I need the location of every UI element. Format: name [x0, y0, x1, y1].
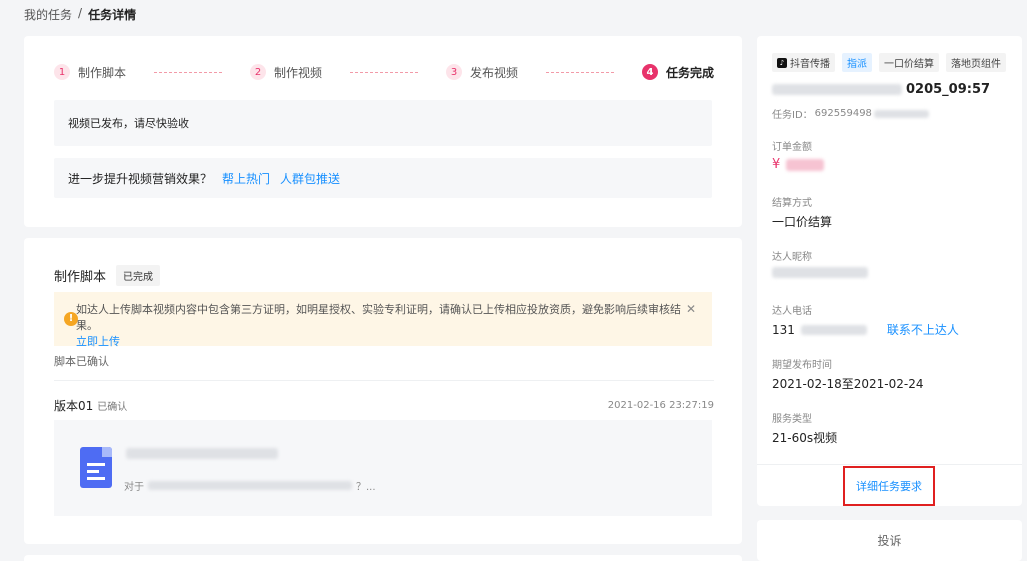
order-amount-label: 订单金额	[772, 142, 812, 153]
step-number: 3	[446, 64, 462, 80]
promote-notice: 进一步提升视频营销效果？ 帮上热门 人群包推送	[54, 158, 712, 198]
doc-snippet: 对于 ？...	[124, 478, 376, 493]
douyin-icon: ♪	[777, 57, 787, 68]
doc-snippet-prefix: 对于	[124, 482, 144, 493]
step-make-script: 1 制作脚本	[54, 64, 126, 81]
task-id-label: 任务ID：	[772, 110, 813, 121]
script-document[interactable]: 对于 ？...	[54, 420, 712, 516]
detail-requirements-button[interactable]: 详细任务要求	[843, 466, 935, 506]
complaint-button[interactable]: 投诉	[757, 520, 1022, 561]
step-label: 任务完成	[666, 65, 715, 80]
divider	[54, 380, 714, 381]
hot-boost-link[interactable]: 帮上热门	[222, 170, 270, 187]
period-value: 2021-02-18至2021-02-24	[772, 377, 924, 391]
nickname-label: 达人昵称	[772, 252, 812, 263]
task-id-value: 692559498	[814, 108, 872, 119]
redacted-task-id	[873, 109, 929, 118]
step-label: 制作脚本	[78, 65, 127, 80]
status-badge: 已完成	[116, 265, 161, 286]
phone-prefix: 131	[772, 322, 795, 337]
redacted-amount	[786, 158, 825, 171]
task-tags: ♪ 抖音传播 指派 一口价结算 落地页组件	[772, 53, 1006, 72]
settle-label: 结算方式	[772, 198, 812, 209]
version-status: 已确认	[97, 402, 128, 413]
redacted-task-name	[772, 84, 902, 95]
currency-symbol: ¥	[772, 157, 781, 172]
breadcrumb-current: 任务详情	[88, 8, 137, 22]
nickname-value	[772, 267, 868, 278]
platform-tag-label: 抖音传播	[790, 59, 830, 70]
close-icon[interactable]: ✕	[686, 301, 696, 317]
platform-tag: ♪ 抖音传播	[772, 53, 835, 72]
step-publish-video: 3 发布视频	[446, 64, 518, 81]
task-title-suffix: 0205_09:57	[906, 82, 991, 97]
service-value: 21-60s视频	[772, 431, 838, 445]
divider	[757, 464, 1022, 465]
audience-push-link[interactable]: 人群包推送	[280, 170, 340, 187]
warning-text-block: 如达人上传脚本视频内容中包含第三方证明，如明星授权、实验专利证明，请确认已上传相…	[76, 302, 696, 350]
script-confirmed-text: 脚本已确认	[54, 355, 109, 368]
version-date: 2021-02-16 23:27:19	[607, 400, 714, 411]
step-label: 发布视频	[470, 65, 519, 80]
script-section-header: 制作脚本 已完成	[54, 265, 161, 286]
next-card	[24, 555, 742, 561]
promote-text: 进一步提升视频营销效果？	[68, 171, 213, 186]
version-title: 版本01 已确认	[54, 397, 127, 414]
progress-steps: 1 制作脚本 2 制作视频 3 发布视频 4 任务完成	[54, 62, 714, 82]
step-label: 制作视频	[274, 65, 323, 80]
upload-now-link[interactable]: 立即上传	[76, 335, 120, 348]
landing-tag: 落地页组件	[946, 53, 1006, 72]
breadcrumb-separator: /	[78, 6, 83, 20]
task-title: 0205_09:57	[772, 82, 990, 97]
phone-label: 达人电话	[772, 306, 812, 317]
breadcrumb: 我的任务 / 任务详情	[24, 6, 136, 23]
redacted-phone	[800, 324, 867, 335]
step-number: 4	[642, 64, 658, 80]
step-number: 2	[250, 64, 266, 80]
settle-value: 一口价结算	[772, 215, 833, 229]
period-label: 期望发布时间	[772, 360, 832, 371]
published-notice: 视频已发布，请尽快验收	[54, 100, 712, 146]
step-make-video: 2 制作视频	[250, 64, 322, 81]
step-connector	[350, 71, 418, 73]
price-type-tag: 一口价结算	[879, 53, 939, 72]
step-connector	[546, 71, 614, 73]
doc-snippet-suffix: ？...	[356, 482, 376, 493]
redacted-doc-title	[126, 448, 278, 459]
qualification-warning: ! 如达人上传脚本视频内容中包含第三方证明，如明星授权、实验专利证明，请确认已上…	[54, 292, 712, 348]
warning-text: 如达人上传脚本视频内容中包含第三方证明，如明星授权、实验专利证明，请确认已上传相…	[76, 303, 681, 332]
breadcrumb-parent[interactable]: 我的任务	[24, 6, 72, 23]
published-notice-text: 视频已发布，请尽快验收	[68, 117, 189, 130]
task-id: 任务ID： 692559498	[772, 106, 929, 121]
service-label: 服务类型	[772, 414, 812, 425]
redacted-nickname	[772, 267, 868, 278]
progress-card: 1 制作脚本 2 制作视频 3 发布视频 4 任务完成 视频已发布，请尽快验收 …	[24, 36, 742, 227]
step-connector	[154, 71, 222, 73]
contact-failed-link[interactable]: 联系不上达人	[887, 321, 959, 338]
section-title: 制作脚本	[54, 270, 107, 285]
task-info-panel: ♪ 抖音传播 指派 一口价结算 落地页组件 0205_09:57 任务ID： 6…	[757, 36, 1022, 506]
order-amount-value: ¥	[772, 157, 825, 172]
script-card: 制作脚本 已完成 ! 如达人上传脚本视频内容中包含第三方证明，如明星授权、实验专…	[24, 238, 742, 544]
step-number: 1	[54, 64, 70, 80]
version-name: 版本01	[54, 399, 94, 413]
step-task-complete: 4 任务完成	[642, 64, 714, 81]
document-icon	[80, 447, 112, 488]
assign-tag: 指派	[842, 53, 872, 72]
redacted-doc-snippet	[148, 481, 352, 490]
phone-value: 131 联系不上达人	[772, 321, 959, 338]
version-row: 版本01 已确认 2021-02-16 23:27:19	[54, 397, 714, 414]
